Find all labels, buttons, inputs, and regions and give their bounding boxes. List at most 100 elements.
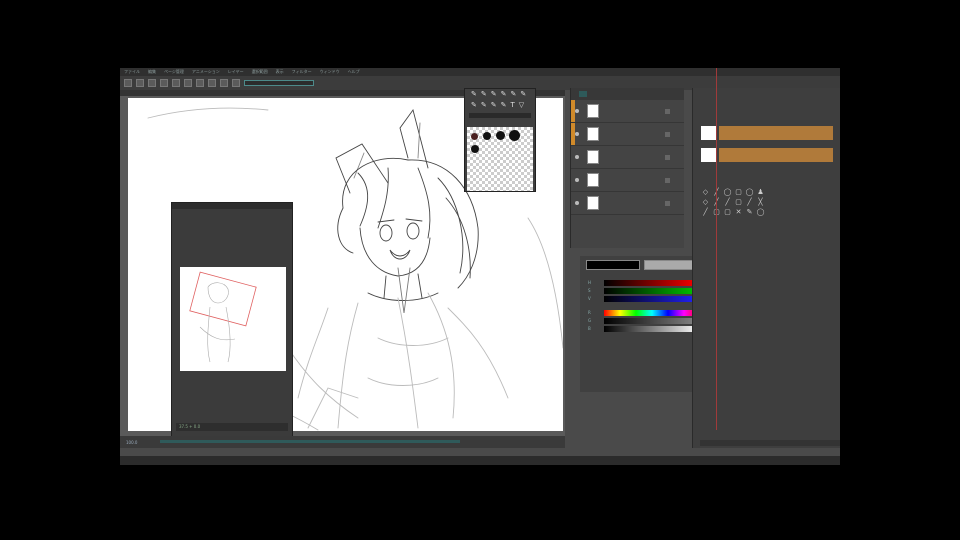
menu-select[interactable]: 選択範囲 xyxy=(252,69,268,75)
layer-row[interactable] xyxy=(571,123,684,146)
gray-slider[interactable] xyxy=(604,318,700,324)
open-icon[interactable] xyxy=(136,79,144,87)
panel-footer-bar xyxy=(700,440,840,446)
undo-icon[interactable] xyxy=(160,79,168,87)
brush-tool-row-2: ✎ ✎ ✎ ✎ T ▽ xyxy=(465,100,535,111)
lock-icon[interactable] xyxy=(665,200,670,206)
crop-icon[interactable] xyxy=(232,79,240,87)
close-icon[interactable]: ✕ xyxy=(734,208,743,216)
text-icon[interactable]: T xyxy=(511,102,515,109)
circle-icon[interactable]: ◯ xyxy=(756,208,765,216)
redo-icon[interactable] xyxy=(172,79,180,87)
accent-swatch[interactable] xyxy=(719,126,833,140)
layer-selected-marker xyxy=(571,123,575,145)
blend-icon[interactable]: ✎ xyxy=(481,102,487,109)
diamond-icon[interactable]: ◇ xyxy=(701,198,710,206)
lock-icon[interactable] xyxy=(665,154,670,160)
menu-layer[interactable]: レイヤー xyxy=(228,69,244,75)
brush-tip-4[interactable] xyxy=(509,130,520,141)
brush-size-palette xyxy=(467,127,533,191)
slider-label-b: B xyxy=(588,326,591,331)
eraser-icon[interactable]: ✎ xyxy=(471,102,477,109)
saturation-slider[interactable] xyxy=(604,288,700,294)
fill-icon[interactable]: ▽ xyxy=(519,102,524,109)
color-set-item[interactable] xyxy=(701,126,833,140)
white-swatch[interactable] xyxy=(701,148,717,162)
menu-view[interactable]: 表示 xyxy=(276,69,284,75)
ellipse-icon[interactable]: ◯ xyxy=(723,188,732,196)
brush-tool-row-1: ✎ ✎ ✎ ✎ ✎ ✎ xyxy=(465,89,535,100)
airbrush-icon[interactable]: ✎ xyxy=(501,91,507,98)
ink-icon[interactable]: ✎ xyxy=(520,91,526,98)
spectrum-slider[interactable] xyxy=(604,310,700,316)
navigator-titlebar[interactable] xyxy=(172,203,292,209)
rect-icon[interactable]: ▢ xyxy=(734,198,743,206)
line-icon[interactable]: ╱ xyxy=(723,198,732,206)
liner-icon[interactable]: ✎ xyxy=(501,102,507,109)
slider-label-g: G xyxy=(588,318,592,323)
brush-icon[interactable]: ✎ xyxy=(491,91,497,98)
toolbar-field[interactable] xyxy=(244,80,314,86)
menu-window[interactable]: ウィンドウ xyxy=(320,69,340,75)
visibility-icon[interactable] xyxy=(575,132,579,136)
navigator-thumbnail[interactable] xyxy=(180,267,286,371)
visibility-icon[interactable] xyxy=(575,109,579,113)
figure-icon[interactable]: ♟ xyxy=(756,188,765,196)
rect-icon[interactable]: ▢ xyxy=(723,208,732,216)
pencil-icon[interactable]: ✎ xyxy=(481,91,487,98)
layer-row[interactable] xyxy=(571,100,684,123)
background-color-swatch[interactable] xyxy=(644,260,698,270)
color-set-item[interactable] xyxy=(701,148,833,162)
accent-swatch[interactable] xyxy=(719,148,833,162)
white-swatch[interactable] xyxy=(701,126,717,140)
brush-size-tab[interactable] xyxy=(469,113,531,118)
line-icon[interactable]: ╱ xyxy=(745,198,754,206)
deselect-icon[interactable] xyxy=(208,79,216,87)
new-icon[interactable] xyxy=(124,79,132,87)
lock-icon[interactable] xyxy=(665,177,670,183)
line-icon[interactable]: ╱ xyxy=(701,208,710,216)
visibility-icon[interactable] xyxy=(575,178,579,182)
layer-tab[interactable] xyxy=(579,91,587,97)
brush-tip-2[interactable] xyxy=(483,132,491,140)
cross-icon[interactable]: ╳ xyxy=(756,198,765,206)
brush-tip-5[interactable] xyxy=(471,145,479,153)
visibility-icon[interactable] xyxy=(575,155,579,159)
menu-file[interactable]: ファイル xyxy=(124,69,140,75)
menu-bar: ファイル 編集 ページ管理 アニメーション レイヤー 選択範囲 表示 フィルター… xyxy=(120,68,840,76)
menu-animation[interactable]: アニメーション xyxy=(192,69,220,75)
save-icon[interactable] xyxy=(148,79,156,87)
marker-icon[interactable]: ✎ xyxy=(511,91,517,98)
visibility-icon[interactable] xyxy=(575,201,579,205)
menu-filter[interactable]: フィルター xyxy=(292,69,312,75)
brightness-slider[interactable] xyxy=(604,326,700,332)
navigator-preview xyxy=(189,271,257,363)
menu-page[interactable]: ページ管理 xyxy=(164,69,184,75)
brush-tip-3[interactable] xyxy=(496,131,505,140)
menu-help[interactable]: ヘルプ xyxy=(348,69,360,75)
layer-row[interactable] xyxy=(571,169,684,192)
layer-row[interactable] xyxy=(571,192,684,215)
invert-icon[interactable] xyxy=(220,79,228,87)
menu-edit[interactable]: 編集 xyxy=(148,69,156,75)
layer-row[interactable] xyxy=(571,146,684,169)
pen-icon[interactable]: ✎ xyxy=(745,208,754,216)
value-slider[interactable] xyxy=(604,296,700,302)
circle-icon[interactable]: ◯ xyxy=(745,188,754,196)
quick-tool-grid: ◇ ╱ ◯ ▢ ◯ ♟ ◇ ╱ ╱ ▢ ╱ ╳ ╱ ▢ ▢ ✕ ✎ ◯ xyxy=(701,188,765,216)
transform-icon[interactable] xyxy=(196,79,204,87)
timeline-track[interactable] xyxy=(160,440,460,443)
status-bar xyxy=(120,456,840,465)
slider-label-h: H xyxy=(588,280,592,285)
foreground-color-swatch[interactable] xyxy=(586,260,640,270)
smudge-icon[interactable]: ✎ xyxy=(491,102,497,109)
rect-icon[interactable]: ▢ xyxy=(734,188,743,196)
pen-icon[interactable]: ✎ xyxy=(471,91,477,98)
lock-icon[interactable] xyxy=(665,131,670,137)
lock-icon[interactable] xyxy=(665,108,670,114)
clear-icon[interactable] xyxy=(184,79,192,87)
hue-slider[interactable] xyxy=(604,280,700,286)
brush-tip-1[interactable] xyxy=(471,133,478,140)
diamond-icon[interactable]: ◇ xyxy=(701,188,710,196)
color-slider-panel: H S V R G B xyxy=(580,256,702,392)
